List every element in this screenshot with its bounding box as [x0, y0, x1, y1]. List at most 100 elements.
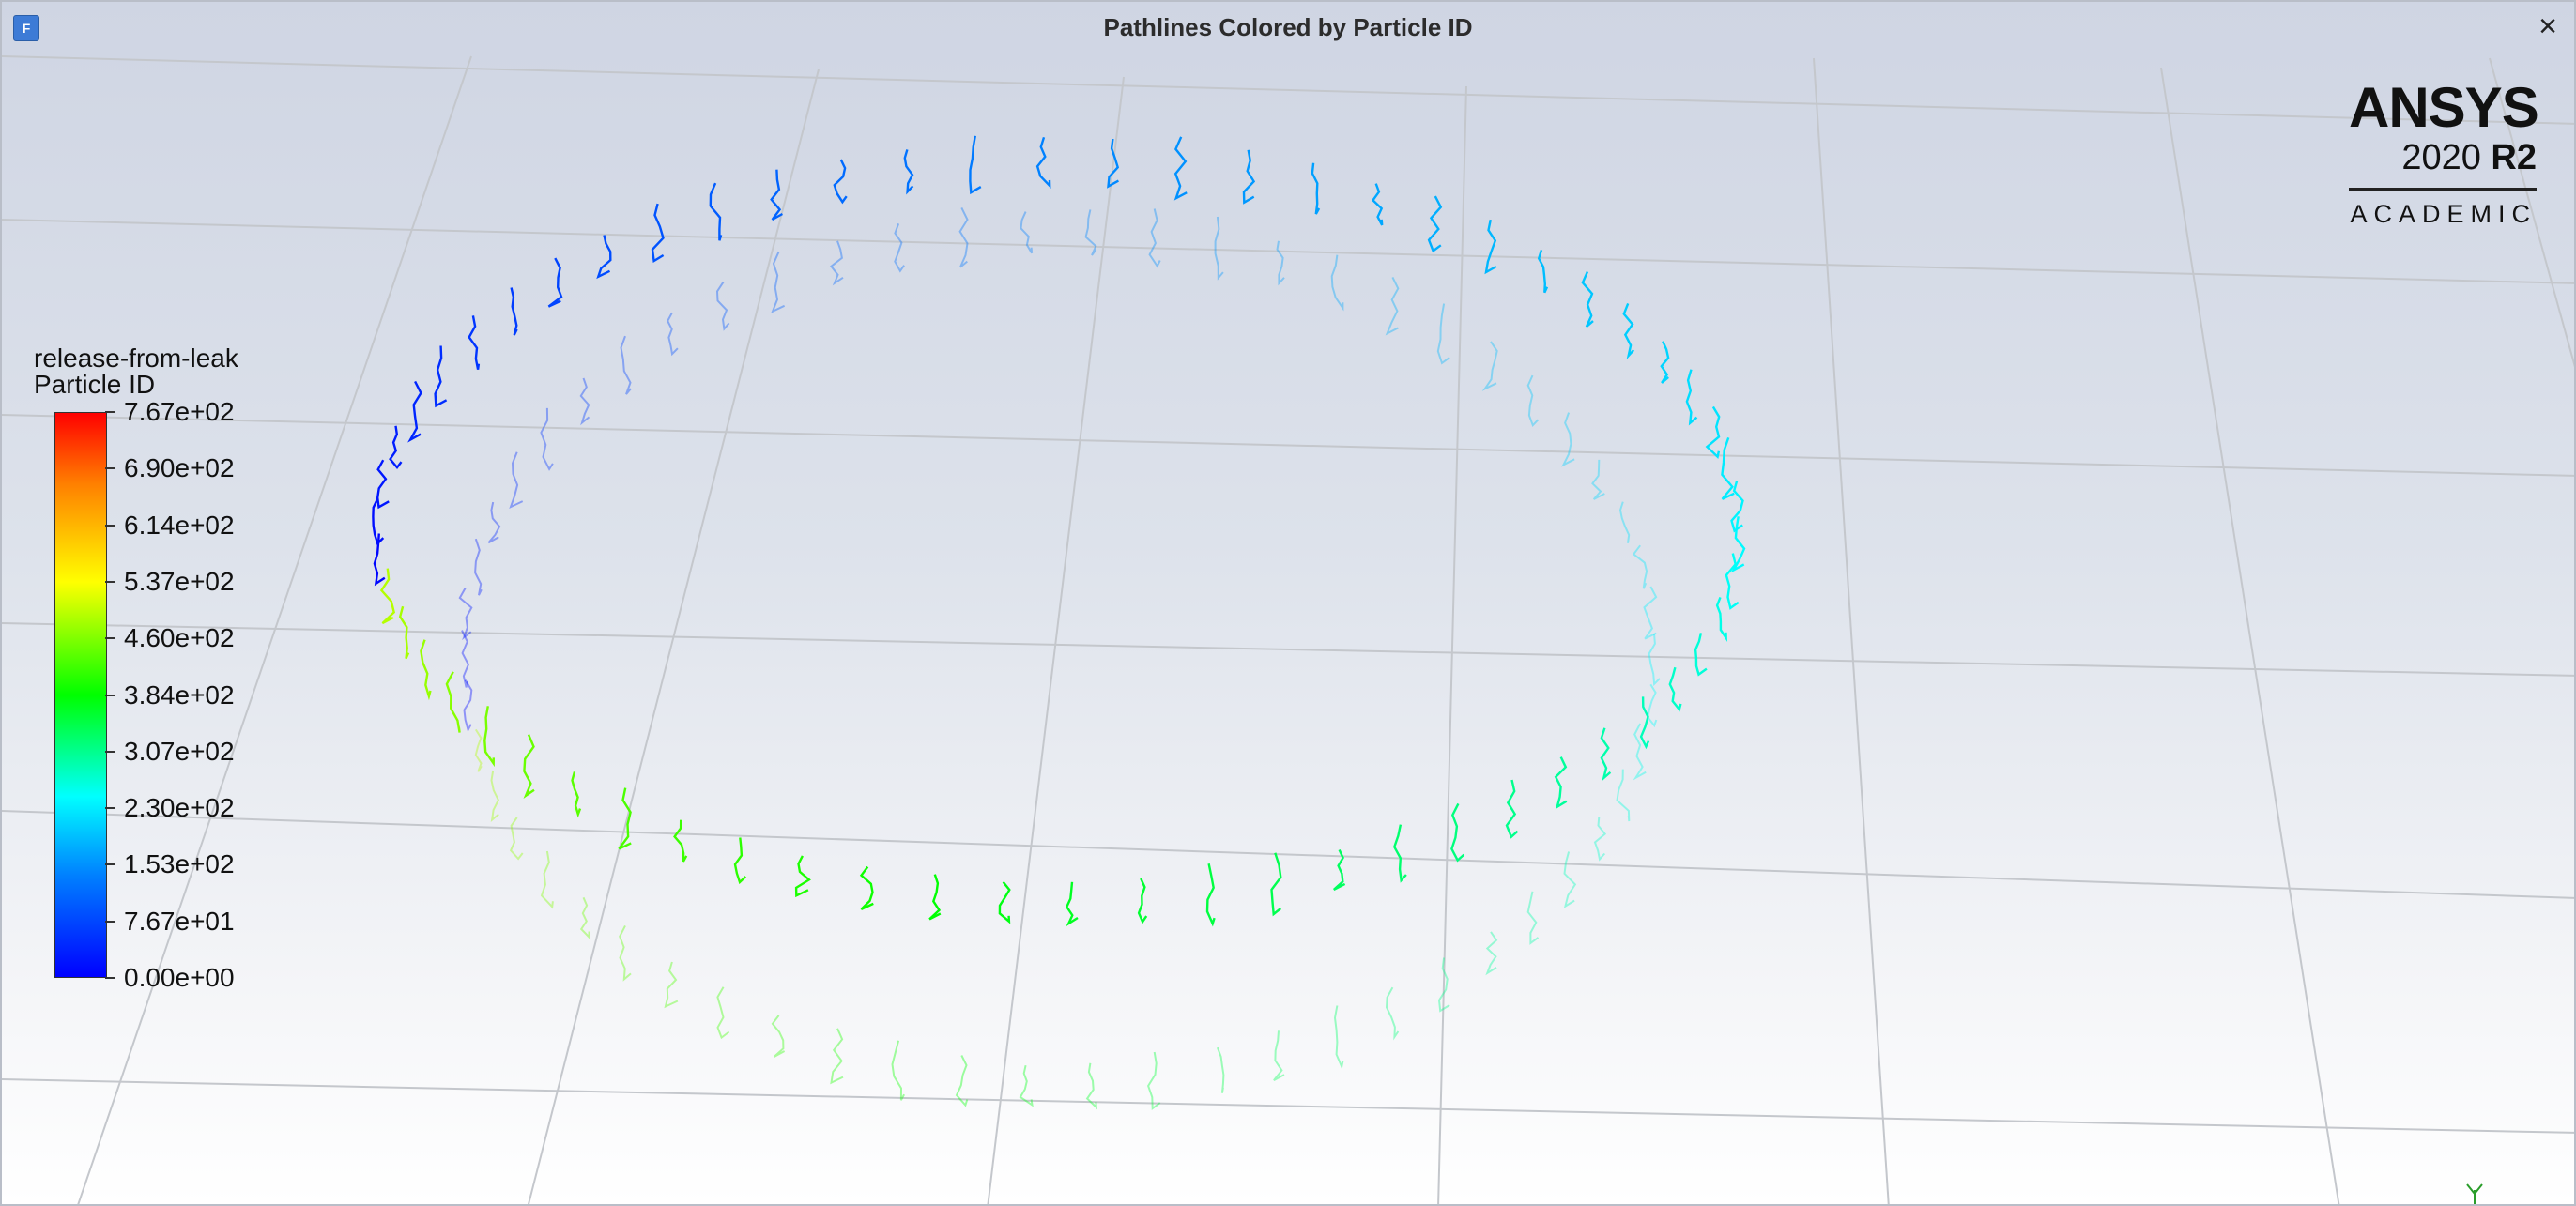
- pathline: [1214, 216, 1224, 281]
- logo-version: 2020 R2: [2349, 137, 2537, 178]
- pathline: [1311, 162, 1321, 215]
- pathline: [667, 312, 679, 357]
- pathline: [523, 734, 535, 800]
- pathline: [1685, 369, 1698, 426]
- pathline: [1148, 208, 1161, 268]
- pathline: [1065, 881, 1079, 927]
- pathline: [420, 639, 432, 701]
- grid-line: [2160, 67, 2340, 1204]
- pathline: [1581, 271, 1594, 328]
- pathline: [1694, 633, 1708, 677]
- pathline: [509, 817, 524, 861]
- pathline: [733, 837, 747, 885]
- pathline: [998, 880, 1011, 924]
- pathline: [1554, 756, 1568, 810]
- pathline: [571, 771, 582, 818]
- colormap-tick-label: 6.14e+02: [124, 510, 235, 540]
- colormap-tick-label: 7.67e+01: [124, 906, 235, 936]
- pathline: [1385, 276, 1400, 336]
- pathline: [540, 850, 554, 909]
- colormap-tick-label: 3.07e+02: [124, 736, 235, 766]
- pathline: [1330, 254, 1344, 312]
- pathline: [1526, 891, 1540, 945]
- pathline: [651, 203, 665, 263]
- pathline: [1333, 1005, 1344, 1070]
- pathline: [1537, 249, 1549, 294]
- pathline: [1632, 544, 1648, 589]
- graphics-viewport[interactable]: [2, 2, 2576, 1206]
- pathline: [509, 451, 524, 510]
- pathline: [483, 706, 495, 768]
- pathline: [445, 671, 461, 733]
- pathline: [1276, 240, 1285, 286]
- colormap-tick-label: 1.53e+02: [124, 849, 235, 879]
- pathline: [859, 865, 874, 910]
- pathline: [579, 896, 590, 939]
- pathline: [1563, 851, 1577, 908]
- pathline: [1639, 696, 1650, 750]
- colormap-tick-mark: [105, 637, 115, 640]
- pathline: [673, 819, 688, 863]
- legend-title-line1: release-from-leak: [34, 343, 238, 373]
- colormap-tick-label: 7.67e+02: [124, 397, 235, 426]
- pathline: [771, 251, 786, 313]
- colormap-tick-mark: [105, 411, 115, 413]
- pathline: [1616, 769, 1631, 822]
- pathline: [1705, 405, 1721, 460]
- pathline: [379, 568, 396, 625]
- pathline: [969, 135, 982, 195]
- pathline: [376, 459, 390, 510]
- pathline: [1146, 1051, 1161, 1110]
- ansys-logo: ANSYS 2020 R2 ACADEMIC: [2349, 79, 2539, 228]
- pathline: [709, 182, 723, 241]
- pathline: [1019, 1064, 1034, 1107]
- pathline: [407, 380, 422, 443]
- grid-line: [2, 1078, 2574, 1134]
- pathline: [1085, 1062, 1097, 1110]
- pathline: [1173, 136, 1188, 201]
- pathline: [833, 159, 848, 205]
- pathline: [1392, 824, 1407, 883]
- pathline: [1427, 195, 1443, 253]
- pathline: [434, 345, 448, 408]
- grid-line: [2, 622, 2574, 677]
- pathline: [398, 605, 410, 660]
- pathline: [928, 874, 942, 921]
- pathline: [1484, 219, 1497, 275]
- pathline: [1084, 209, 1097, 256]
- pathline: [1660, 341, 1670, 384]
- pathline: [1035, 136, 1051, 189]
- pathline: [1205, 863, 1216, 927]
- pathline: [474, 538, 483, 596]
- pathline: [1137, 878, 1148, 924]
- pathline: [1668, 666, 1682, 712]
- axis-y: [2466, 1183, 2476, 1195]
- pathline: [458, 588, 473, 641]
- pathline: [1561, 412, 1575, 467]
- pathline: [620, 335, 632, 395]
- floor-grid: [2, 55, 2574, 1204]
- colormap-tick-mark: [105, 863, 115, 866]
- pathline: [891, 1040, 905, 1101]
- colormap-tick-mark: [105, 977, 115, 979]
- pathline: [1020, 211, 1034, 254]
- colormap-tick-mark: [105, 750, 115, 753]
- legend-title: release-from-leak Particle ID: [34, 345, 238, 398]
- pathline: [1593, 817, 1607, 862]
- pathline: [468, 315, 481, 370]
- graphics-window: F Pathlines Colored by Particle ID × ANS…: [0, 0, 2576, 1206]
- pathline: [903, 149, 914, 195]
- pathline: [1643, 586, 1658, 640]
- pathline: [579, 377, 590, 426]
- colormap-tick-mark: [105, 524, 115, 527]
- pathline: [664, 961, 679, 1009]
- pathline: [474, 728, 483, 772]
- colormap-tick-label: 2.30e+02: [124, 793, 235, 823]
- pathline: [770, 169, 783, 221]
- grid-line: [527, 69, 820, 1204]
- pathline: [1505, 779, 1519, 839]
- pathline: [487, 501, 501, 544]
- pathline: [1526, 374, 1540, 428]
- close-button[interactable]: ×: [2531, 9, 2565, 43]
- colormap-tick-mark: [105, 467, 115, 470]
